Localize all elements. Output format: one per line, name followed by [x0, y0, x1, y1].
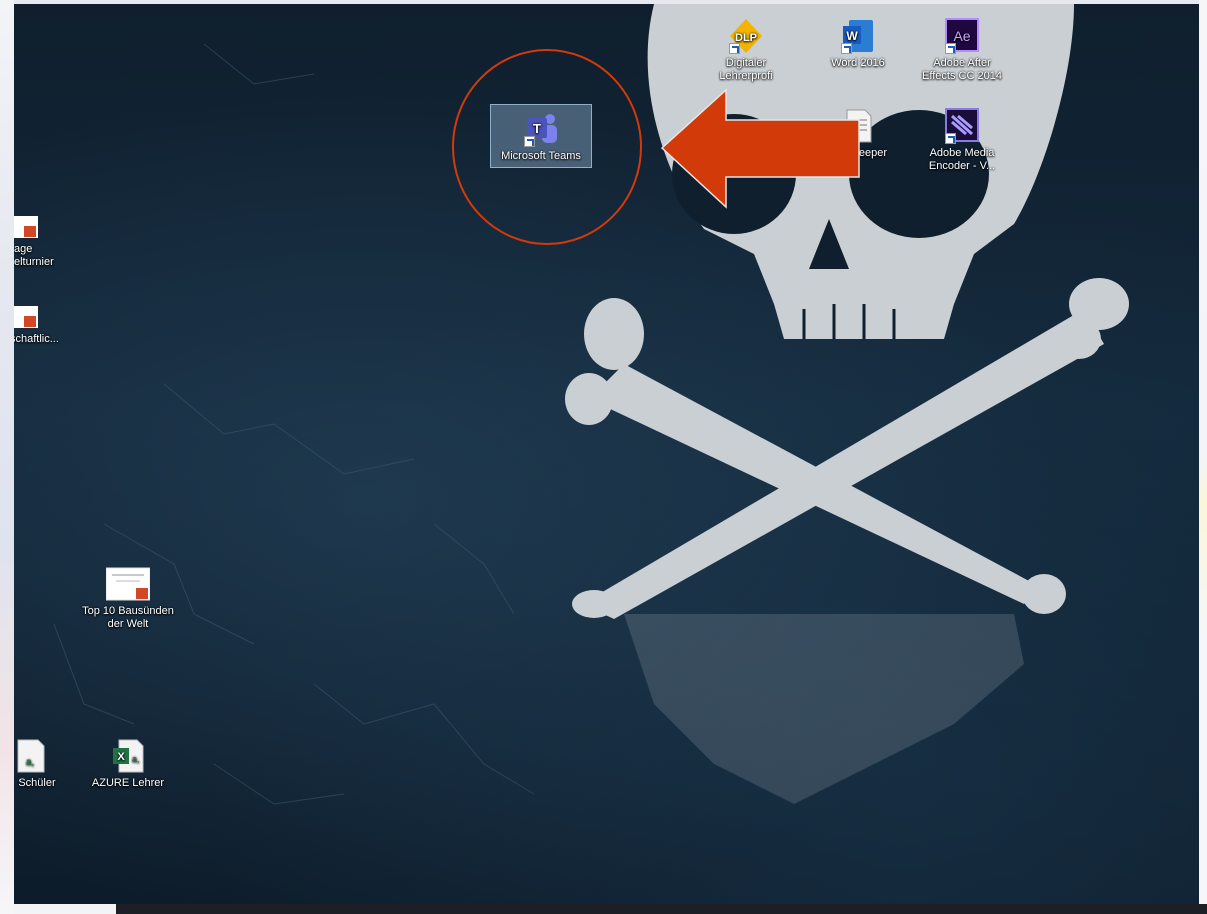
powerpoint-icon	[14, 214, 38, 240]
svg-text:a,: a,	[26, 757, 34, 768]
powerpoint-icon	[105, 566, 151, 602]
desktop-icon-keeper[interactable]: eeper	[812, 108, 904, 160]
desktop-icon-word-2016[interactable]: W Word 2016	[812, 18, 904, 70]
svg-text:Ae: Ae	[953, 28, 970, 44]
desktop-icon-media-encoder[interactable]: Adobe Media Encoder - V...	[916, 108, 1008, 173]
desktop-icon-microsoft-teams[interactable]: T Microsoft Teams	[490, 104, 592, 168]
desktop-icon-label: Word 2016	[831, 57, 885, 69]
desktop-icon-label: Microsoft Teams	[501, 150, 581, 162]
document-icon	[841, 108, 875, 144]
desktop-icon-label: age elturnier	[14, 243, 54, 268]
svg-text:T: T	[533, 121, 541, 136]
taskbar[interactable]	[116, 904, 1207, 914]
desktop-icon-azure-lehrer[interactable]: X a, AZURE Lehrer	[76, 738, 180, 790]
shortcut-arrow-icon	[945, 43, 956, 54]
desktop-icon-label: Digitaler Lehrerprofi	[719, 57, 773, 82]
excel-icon: a,	[14, 738, 48, 774]
desktop-icon-label: AZURE Lehrer	[91, 777, 165, 789]
desktop-icon-label: Adobe After Effects CC 2014	[922, 57, 1002, 82]
shortcut-arrow-icon	[729, 43, 740, 54]
desktop-icon-label: schaftlic...	[14, 333, 59, 345]
desktop-icon-digitaler-lehrerprofi[interactable]: DLP Digitaler Lehrerprofi	[700, 18, 792, 83]
desktop-icon-label: eeper	[858, 147, 888, 159]
desktop-icon-after-effects[interactable]: Ae Adobe After Effects CC 2014	[916, 18, 1008, 83]
shortcut-arrow-icon	[841, 43, 852, 54]
desktop-icon-powerpoint-turnier[interactable]: age elturnier	[14, 214, 66, 269]
excel-icon: X a,	[111, 738, 145, 774]
powerpoint-icon	[14, 304, 38, 330]
pirate-skull-wallpaper	[53, 4, 1129, 805]
svg-text:X: X	[117, 751, 125, 763]
teams-icon: T	[524, 111, 558, 147]
svg-text:W: W	[846, 29, 858, 43]
svg-text:a,: a,	[132, 754, 140, 764]
desktop-icon-label: Top 10 Bausünden der Welt	[82, 605, 174, 630]
after-effects-icon: Ae	[945, 18, 979, 54]
shortcut-arrow-icon	[524, 136, 535, 147]
desktop-icon-label: Adobe Media Encoder - V...	[928, 147, 996, 172]
desktop-icon-label: Schüler	[18, 777, 56, 789]
desktop-icon-powerpoint-schaftlich[interactable]: schaftlic...	[14, 304, 76, 346]
shortcut-arrow-icon	[945, 133, 956, 144]
desktop-icon-schueler[interactable]: a, Schüler	[14, 738, 60, 790]
window-edge-left	[0, 0, 14, 914]
media-encoder-icon	[945, 108, 979, 144]
window-edge-right	[1199, 0, 1207, 914]
word-icon: W	[841, 18, 875, 54]
desktop-icon-top-10-bausuenden[interactable]: Top 10 Bausünden der Welt	[76, 566, 180, 631]
desktop[interactable]: DLP Digitaler Lehrerprofi W Word 2016 Ae…	[14, 4, 1199, 904]
taskbar-gap	[14, 904, 116, 914]
dlp-icon: DLP	[729, 18, 763, 54]
